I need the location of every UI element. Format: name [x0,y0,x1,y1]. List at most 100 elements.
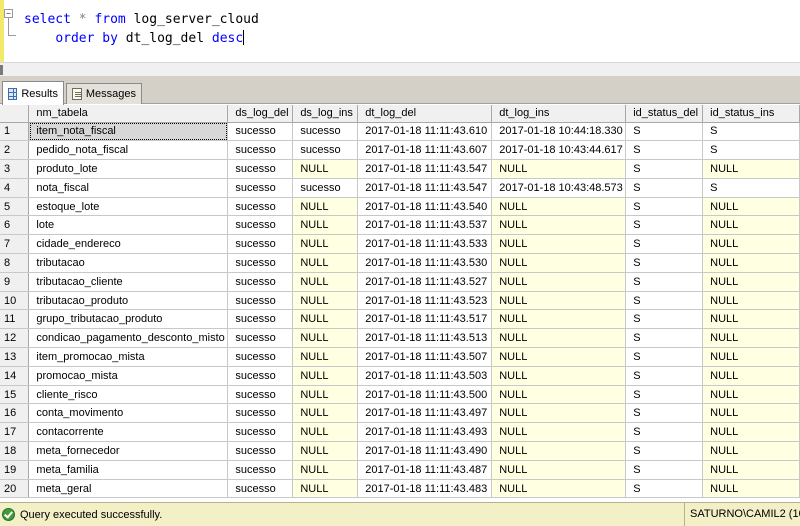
cell-dt-log-ins[interactable]: 2017-01-18 10:44:18.330 [491,122,627,142]
sql-line-1[interactable]: select * from log_server_cloud [24,12,259,28]
table-row[interactable]: 14 promocao_mista sucesso NULL 2017-01-18 11… [0,366,800,386]
cell-dt-log-del[interactable]: 2017-01-18 11:11:43.530 [357,253,493,273]
cell-id-status-del[interactable]: S [625,309,704,330]
cell-ds-log-del[interactable]: sucesso [227,234,294,255]
tab-messages[interactable]: Messages [66,83,142,104]
table-row[interactable]: 12 condicao_pagamento_desconto_misto suces… [0,328,800,349]
cell-nm-tabela[interactable]: meta_familia [28,460,229,480]
cell-id-status-del[interactable]: S [625,403,704,424]
cell-dt-log-del[interactable]: 2017-01-18 11:11:43.503 [357,366,493,386]
cell-id-status-del[interactable]: S [625,441,704,461]
cell-nm-tabela[interactable]: item_promocao_mista [28,347,229,367]
cell-id-status-del[interactable]: S [625,460,704,480]
cell-ds-log-del[interactable]: sucesso [227,178,294,198]
cell-dt-log-ins[interactable]: NULL [491,253,627,273]
cell-id-status-ins[interactable]: NULL [702,460,800,480]
cell-ds-log-ins[interactable]: NULL [292,159,359,179]
row-number-cell[interactable]: 20 [0,479,30,498]
cell-id-status-del[interactable]: S [625,272,704,292]
row-number-cell[interactable]: 9 [0,272,30,292]
row-number-cell[interactable]: 14 [0,366,30,386]
cell-id-status-del[interactable]: S [625,253,704,273]
row-number-cell[interactable]: 11 [0,309,30,330]
cell-id-status-ins[interactable]: NULL [702,215,800,236]
cell-dt-log-ins[interactable]: NULL [491,272,627,292]
cell-dt-log-ins[interactable]: 2017-01-18 10:43:44.617 [491,140,627,161]
cell-id-status-del[interactable]: S [625,385,704,405]
cell-dt-log-ins[interactable]: NULL [491,159,627,179]
cell-dt-log-del[interactable]: 2017-01-18 11:11:43.547 [357,159,493,179]
cell-dt-log-ins[interactable]: NULL [491,234,627,255]
cell-id-status-del[interactable]: S [625,291,704,311]
cell-ds-log-del[interactable]: sucesso [227,253,294,273]
table-row[interactable]: 13 item_promocao_mista sucesso NULL 2017-01-… [0,347,800,367]
cell-dt-log-del[interactable]: 2017-01-18 11:11:43.497 [357,403,493,424]
cell-id-status-ins[interactable]: NULL [702,309,800,330]
cell-ds-log-ins[interactable]: NULL [292,253,359,273]
cell-dt-log-del[interactable]: 2017-01-18 11:11:43.527 [357,272,493,292]
cell-ds-log-ins[interactable]: NULL [292,328,359,349]
cell-id-status-ins[interactable]: NULL [702,366,800,386]
column-header-id-status-del[interactable]: id_status_del [625,105,704,123]
cell-ds-log-del[interactable]: sucesso [227,385,294,405]
row-number-cell[interactable]: 4 [0,178,30,198]
cell-nm-tabela[interactable]: nota_fiscal [28,178,229,198]
cell-ds-log-ins[interactable]: NULL [292,272,359,292]
cell-dt-log-del[interactable]: 2017-01-18 11:11:43.517 [357,309,493,330]
cell-id-status-del[interactable]: S [625,197,704,217]
cell-dt-log-del[interactable]: 2017-01-18 11:11:43.607 [357,140,493,161]
cell-dt-log-ins[interactable]: NULL [491,197,627,217]
sql-editor[interactable]: − select * from log_server_cloud order b… [0,0,800,62]
table-row[interactable]: 6 lote sucesso NULL 2017-01-18 11:11:43.537 N… [0,215,800,236]
column-header-dt-log-ins[interactable]: dt_log_ins [491,105,627,123]
table-row[interactable]: 5 estoque_lote sucesso NULL 2017-01-18 11:11… [0,197,800,217]
row-number-cell[interactable]: 17 [0,422,30,443]
cell-ds-log-ins[interactable]: NULL [292,441,359,461]
cell-dt-log-del[interactable]: 2017-01-18 11:11:43.533 [357,234,493,255]
cell-id-status-ins[interactable]: NULL [702,347,800,367]
column-header-ds-log-del[interactable]: ds_log_del [227,105,294,123]
scrollbar-thumb[interactable] [0,65,3,75]
cell-ds-log-ins[interactable]: NULL [292,385,359,405]
cell-ds-log-ins[interactable]: sucesso [292,140,359,161]
editor-horizontal-scrollbar[interactable] [0,62,800,76]
table-row[interactable]: 20 meta_geral sucesso NULL 2017-01-18 11:11:… [0,479,800,498]
cell-nm-tabela[interactable]: meta_fornecedor [28,441,229,461]
cell-dt-log-ins[interactable]: NULL [491,347,627,367]
table-row[interactable]: 9 tributacao_cliente sucesso NULL 2017-01-18… [0,272,800,292]
cell-dt-log-del[interactable]: 2017-01-18 11:11:43.507 [357,347,493,367]
cell-nm-tabela[interactable]: contacorrente [28,422,229,443]
cell-nm-tabela[interactable]: estoque_lote [28,197,229,217]
cell-ds-log-del[interactable]: sucesso [227,140,294,161]
cell-dt-log-del[interactable]: 2017-01-18 11:11:43.487 [357,460,493,480]
cell-id-status-ins[interactable]: NULL [702,422,800,443]
cell-nm-tabela[interactable]: conta_movimento [28,403,229,424]
cell-ds-log-ins[interactable]: NULL [292,479,359,498]
row-number-cell[interactable]: 19 [0,460,30,480]
cell-nm-tabela[interactable]: pedido_nota_fiscal [28,140,229,161]
cell-ds-log-ins[interactable]: sucesso [292,122,359,142]
cell-dt-log-del[interactable]: 2017-01-18 11:11:43.513 [357,328,493,349]
cell-id-status-del[interactable]: S [625,234,704,255]
cell-ds-log-del[interactable]: sucesso [227,422,294,443]
cell-id-status-ins[interactable]: NULL [702,441,800,461]
cell-dt-log-del[interactable]: 2017-01-18 11:11:43.493 [357,422,493,443]
cell-nm-tabela[interactable]: meta_geral [28,479,229,498]
row-number-cell[interactable]: 6 [0,215,30,236]
table-row[interactable]: 2 pedido_nota_fiscal sucesso sucesso 2017-01… [0,140,800,161]
table-row[interactable]: 15 cliente_risco sucesso NULL 2017-01-18 11:… [0,385,800,405]
cell-ds-log-ins[interactable]: NULL [292,460,359,480]
row-number-cell[interactable]: 8 [0,253,30,273]
cell-dt-log-del[interactable]: 2017-01-18 11:11:43.610 [357,122,493,142]
cell-ds-log-ins[interactable]: NULL [292,309,359,330]
cell-id-status-ins[interactable]: NULL [702,385,800,405]
cell-id-status-ins[interactable]: S [702,122,800,142]
cell-dt-log-ins[interactable]: NULL [491,403,627,424]
cell-ds-log-del[interactable]: sucesso [227,309,294,330]
cell-ds-log-ins[interactable]: NULL [292,291,359,311]
cell-ds-log-del[interactable]: sucesso [227,159,294,179]
cell-id-status-ins[interactable]: NULL [702,253,800,273]
row-number-cell[interactable]: 10 [0,291,30,311]
row-number-cell[interactable]: 16 [0,403,30,424]
cell-ds-log-del[interactable]: sucesso [227,479,294,498]
